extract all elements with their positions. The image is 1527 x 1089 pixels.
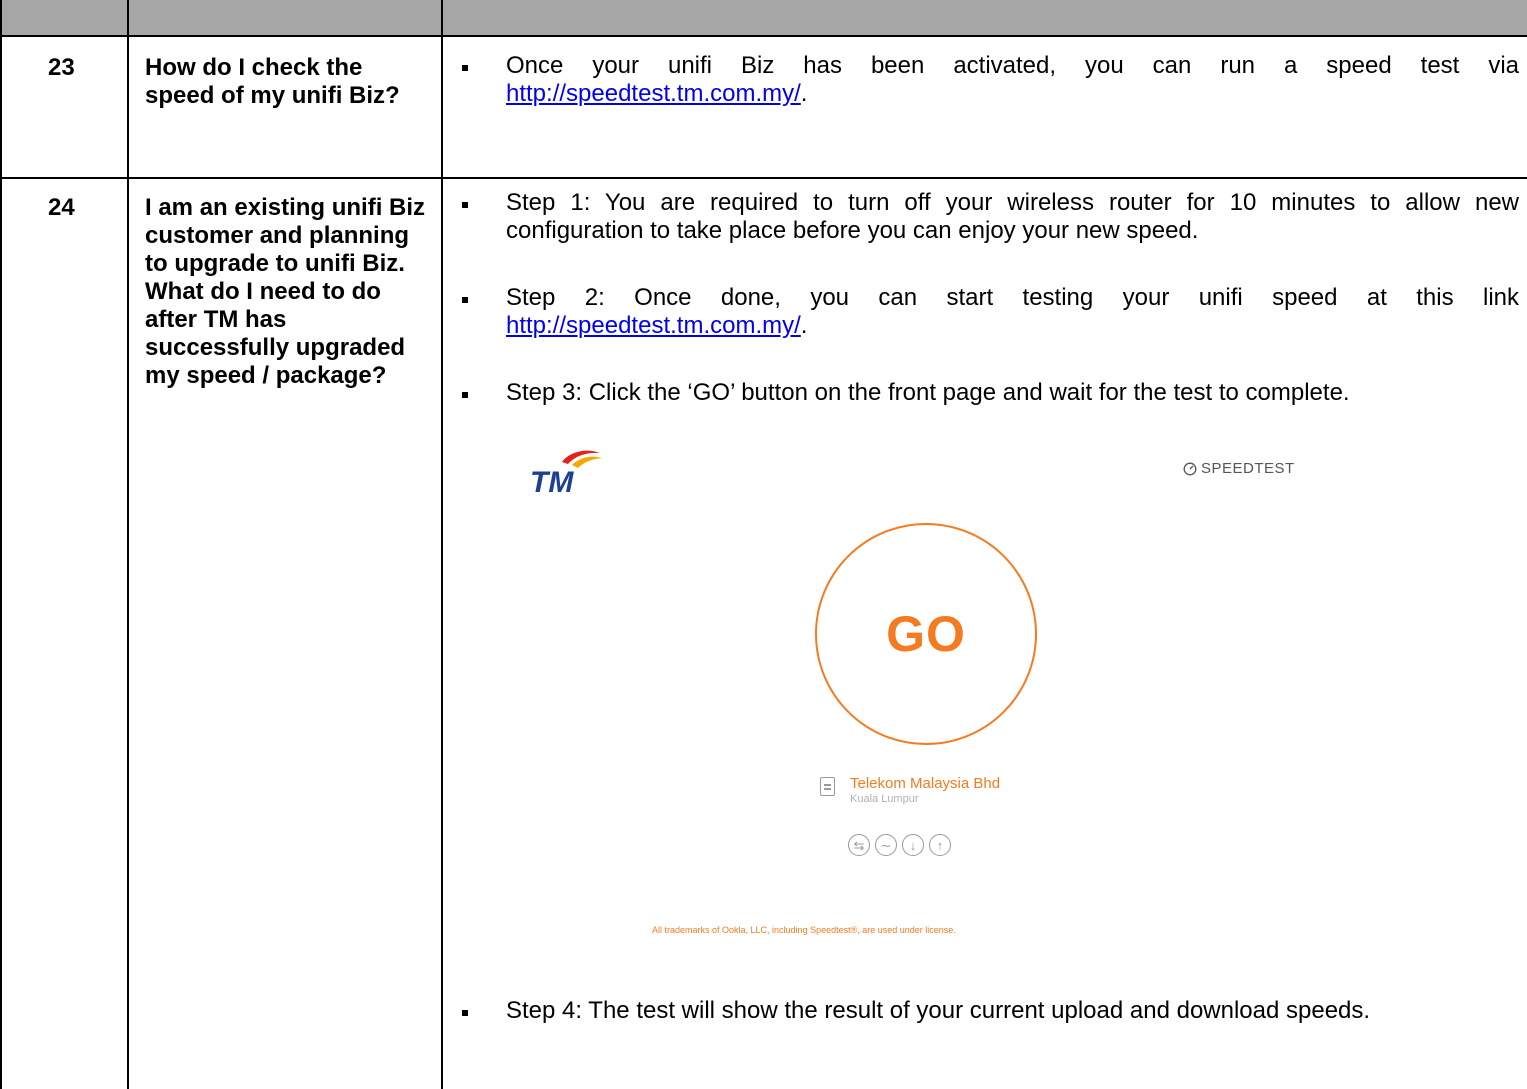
table-divider-number [127, 0, 129, 1089]
faq-number: 24 [48, 194, 75, 221]
faq-answer: Once your unifi Biz has been activated, … [506, 52, 1519, 108]
faq-question: I am an existing unifi Biz customer and … [145, 194, 426, 389]
faq-number: 23 [48, 54, 75, 81]
isp-name[interactable]: Telekom Malaysia Bhd [850, 775, 1000, 792]
speedtest-link[interactable]: http://speedtest.tm.com.my/ [506, 80, 801, 107]
bullet-icon [462, 202, 468, 208]
multi-connection-icon[interactable]: ⇆ [848, 834, 870, 856]
isp-location: Kuala Lumpur [850, 793, 919, 805]
bullet-icon [462, 65, 468, 71]
faq-answer-step-2: Step 2: Once done, you can start testing… [506, 284, 1519, 340]
answer-text-end: . [800, 80, 808, 107]
faq-answer-step-4: Step 4: The test will show the result of… [506, 997, 1371, 1024]
ping-icon[interactable]: ∼ [875, 834, 897, 856]
speedtest-gauge-icon [1183, 462, 1197, 475]
bullet-icon [462, 392, 468, 398]
go-button-label: GO [886, 606, 966, 662]
answer-text: Once your unifi Biz has been activated, … [506, 52, 1519, 79]
table-rule-row-divider [0, 177, 1527, 179]
bullet-icon [462, 297, 468, 303]
connection-mode-icons: ⇆ ∼ ↓ ↑ [848, 834, 951, 856]
answer-text-end: . [800, 312, 808, 339]
table-divider-question [441, 0, 443, 1089]
faq-answer-step-3: Step 3: Click the ‘GO’ button on the fro… [506, 379, 1350, 406]
speedtest-link[interactable]: http://speedtest.tm.com.my/ [506, 312, 801, 339]
tm-logo: TM [528, 448, 610, 503]
table-border-left [0, 0, 2, 1089]
upload-icon[interactable]: ↑ [929, 834, 951, 856]
faq-answer-step-1: Step 1: You are required to turn off you… [506, 189, 1519, 244]
download-icon[interactable]: ↓ [902, 834, 924, 856]
table-rule-top [0, 35, 1527, 37]
faq-page: 23 How do I check the speed of my unifi … [0, 0, 1527, 1089]
svg-text:TM: TM [530, 466, 574, 498]
faq-question: How do I check the speed of my unifi Biz… [145, 54, 400, 109]
answer-text: Step 2: Once done, you can start testing… [506, 284, 1519, 311]
trademark-notice: All trademarks of Ookla, LLC, including … [652, 925, 956, 935]
go-button[interactable]: GO [815, 523, 1037, 745]
server-icon [820, 777, 835, 796]
table-header-band [0, 0, 1527, 35]
speedtest-brand: SPEEDTEST [1183, 460, 1295, 477]
bullet-icon [462, 1010, 468, 1016]
speedtest-brand-label: SPEEDTEST [1201, 460, 1295, 477]
